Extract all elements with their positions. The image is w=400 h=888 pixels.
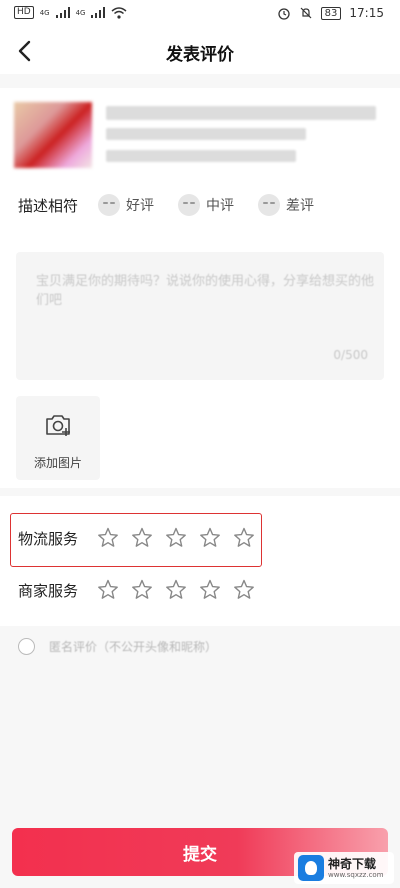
wifi-icon: [111, 6, 127, 19]
product-name-blurred-2: [106, 128, 306, 140]
rating-neutral[interactable]: 中评: [178, 194, 234, 216]
product-spec-blurred: [106, 150, 296, 162]
top-bar: 发表评价: [0, 28, 400, 74]
service-rating-card: 物流服务 商家服务: [0, 496, 400, 626]
rating-neutral-label: 中评: [206, 198, 235, 214]
page-title: 发表评价: [166, 45, 234, 65]
anonymous-radio[interactable]: [18, 638, 35, 655]
battery-icon: 83: [320, 6, 342, 20]
anonymous-label: 匿名评价（不公开头像和昵称）: [49, 640, 218, 654]
rating-bad[interactable]: 差评: [258, 194, 314, 216]
merchant-rating-row: 商家服务: [18, 578, 256, 602]
description-rating-label: 描述相符: [18, 196, 79, 215]
watermark: 神奇下载 www.sqxzz.com: [294, 852, 394, 884]
watermark-logo-icon: [298, 855, 324, 881]
rating-good-label: 好评: [126, 198, 155, 214]
comment-counter: 0/500: [333, 348, 368, 362]
mute-icon: [300, 7, 312, 19]
network-tag-2: 4G: [75, 8, 86, 17]
logistics-rating-row: 物流服务: [18, 526, 256, 550]
add-photo-button[interactable]: 添加图片: [16, 396, 100, 480]
status-bar: HD 4G 4G 83 17:15: [0, 0, 400, 28]
status-right: 83 17:15: [277, 6, 384, 20]
product-name-blurred: [106, 106, 376, 120]
network-tag-1: 4G: [39, 8, 50, 17]
add-photo-label: 添加图片: [33, 456, 82, 470]
star-icon[interactable]: [130, 578, 154, 602]
logistics-stars: [96, 526, 256, 550]
star-icon[interactable]: [96, 526, 120, 550]
status-left: HD 4G 4G: [14, 6, 127, 19]
star-icon[interactable]: [164, 578, 188, 602]
sad-face-icon: [258, 194, 281, 216]
description-rating-row: 描述相符 好评 中评 差评: [18, 194, 338, 216]
status-time: 17:15: [349, 6, 384, 20]
neutral-face-icon: [178, 194, 201, 216]
happy-face-icon: [98, 194, 121, 216]
star-icon[interactable]: [164, 526, 188, 550]
star-icon[interactable]: [130, 526, 154, 550]
camera-add-icon: [46, 415, 70, 436]
hd-badge: HD: [14, 6, 34, 19]
rating-bad-label: 差评: [286, 198, 315, 214]
watermark-url: www.sqxzz.com: [328, 871, 384, 879]
star-icon[interactable]: [232, 578, 256, 602]
review-card: 描述相符 好评 中评 差评 宝贝满足你的期待吗？说说你的使用心得，分享给想买的他…: [0, 88, 400, 488]
signal-icon-2: [91, 7, 106, 18]
merchant-stars: [96, 578, 256, 602]
anonymous-option[interactable]: 匿名评价（不公开头像和昵称）: [18, 638, 217, 655]
star-icon[interactable]: [198, 578, 222, 602]
alarm-icon: [278, 8, 290, 20]
star-icon[interactable]: [96, 578, 120, 602]
product-thumbnail: [14, 102, 92, 168]
rating-good[interactable]: 好评: [98, 194, 154, 216]
star-icon[interactable]: [232, 526, 256, 550]
comment-placeholder: 宝贝满足你的期待吗？说说你的使用心得，分享给想买的他们吧: [36, 274, 375, 308]
star-icon[interactable]: [198, 526, 222, 550]
merchant-label: 商家服务: [18, 581, 79, 600]
comment-textarea[interactable]: 宝贝满足你的期待吗？说说你的使用心得，分享给想买的他们吧 0/500: [16, 252, 384, 380]
logistics-label: 物流服务: [18, 529, 79, 548]
signal-icon: [55, 7, 70, 18]
watermark-title: 神奇下载: [328, 857, 377, 871]
